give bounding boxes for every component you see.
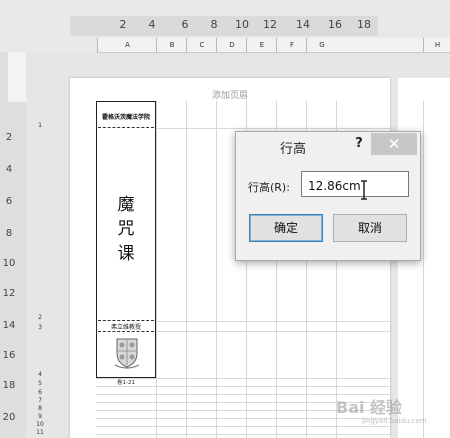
help-button[interactable]: ?: [352, 136, 366, 151]
row-header-9[interactable]: 9: [30, 413, 50, 420]
ruler-number: 12: [2, 288, 16, 299]
ruler-number: 20: [2, 412, 16, 423]
column-header-a[interactable]: A: [97, 38, 157, 52]
ruler-number: 4: [5, 164, 13, 175]
row-header-11[interactable]: 11: [30, 429, 50, 436]
ruler-number: 12: [263, 18, 277, 31]
ruler-number: 6: [5, 196, 13, 207]
course-title-char: 魔: [117, 195, 135, 215]
row-header-8[interactable]: 8: [30, 405, 50, 412]
ruler-number: 8: [5, 228, 13, 239]
grid-line: [156, 101, 157, 438]
column-header-c[interactable]: C: [186, 38, 217, 52]
ruler-number: 4: [148, 18, 156, 31]
column-header-d[interactable]: D: [216, 38, 247, 52]
grid-line: [96, 434, 390, 435]
grid-line: [156, 331, 390, 332]
ruler-number: 10: [235, 18, 249, 31]
baidu-watermark: Bai 经验: [336, 398, 403, 417]
row-header-1[interactable]: 1: [30, 122, 50, 129]
grid-line: [96, 418, 390, 419]
cancel-button[interactable]: 取消: [333, 214, 407, 242]
column-header-f[interactable]: F: [276, 38, 307, 52]
row-header-5[interactable]: 5: [30, 380, 50, 387]
dialog-title: 行高: [279, 142, 306, 157]
ruler-number: 18: [357, 18, 371, 31]
close-button[interactable]: ✕: [371, 133, 417, 155]
left-ruler-margin: [8, 52, 26, 102]
add-header-placeholder[interactable]: 添加页眉: [190, 88, 270, 101]
course-title-char: 课: [117, 244, 135, 264]
row-header-2[interactable]: 2: [30, 314, 50, 321]
ruler-number: 10: [2, 258, 16, 269]
grid-line: [96, 426, 390, 427]
ruler-number: 8: [210, 18, 218, 31]
grid-line: [156, 128, 390, 129]
hogwarts-crest-icon: [114, 338, 140, 369]
grid-line: [96, 386, 390, 387]
professor-name: 弗立维教授: [110, 324, 141, 331]
row-header-3[interactable]: 3: [30, 324, 50, 331]
ok-button[interactable]: 确定: [249, 214, 323, 242]
ruler-number: 16: [328, 18, 342, 31]
dashed-divider: [98, 331, 154, 332]
row-height-dialog: 行高 ? ✕ 行高(R): 确定 取消: [235, 131, 421, 261]
dashed-divider: [98, 320, 154, 321]
school-name: 霍格沃茨魔法学院: [101, 114, 150, 121]
volume-label: 卷1-21: [117, 380, 135, 386]
ruler-number: 2: [5, 132, 13, 143]
course-title-char: 咒: [117, 219, 135, 239]
ruler-number: 6: [181, 18, 189, 31]
row-header-6[interactable]: 6: [30, 389, 50, 396]
column-header-b[interactable]: B: [156, 38, 187, 52]
column-header-h[interactable]: H: [423, 38, 450, 52]
column-header-g[interactable]: G: [306, 38, 337, 52]
ruler-number: 16: [2, 350, 16, 361]
ruler-number: 18: [2, 380, 16, 391]
dashed-divider: [98, 127, 154, 128]
row-header-10[interactable]: 10: [30, 421, 50, 428]
grid-line: [423, 101, 424, 438]
text-cursor-icon: [361, 180, 367, 200]
grid-line: [216, 101, 217, 438]
row-header-7[interactable]: 7: [30, 397, 50, 404]
grid-line: [156, 321, 390, 322]
ruler-number: 2: [119, 18, 127, 31]
row-height-input[interactable]: [301, 171, 409, 197]
row-header-4[interactable]: 4: [30, 371, 50, 378]
baidu-watermark-url: jingyan.baidu.com: [362, 417, 427, 425]
ruler-number: 14: [296, 18, 310, 31]
column-header-e[interactable]: E: [246, 38, 277, 52]
row-height-label: 行高(R):: [248, 181, 290, 194]
ruler-number: 14: [2, 320, 16, 331]
grid-line: [186, 101, 187, 438]
